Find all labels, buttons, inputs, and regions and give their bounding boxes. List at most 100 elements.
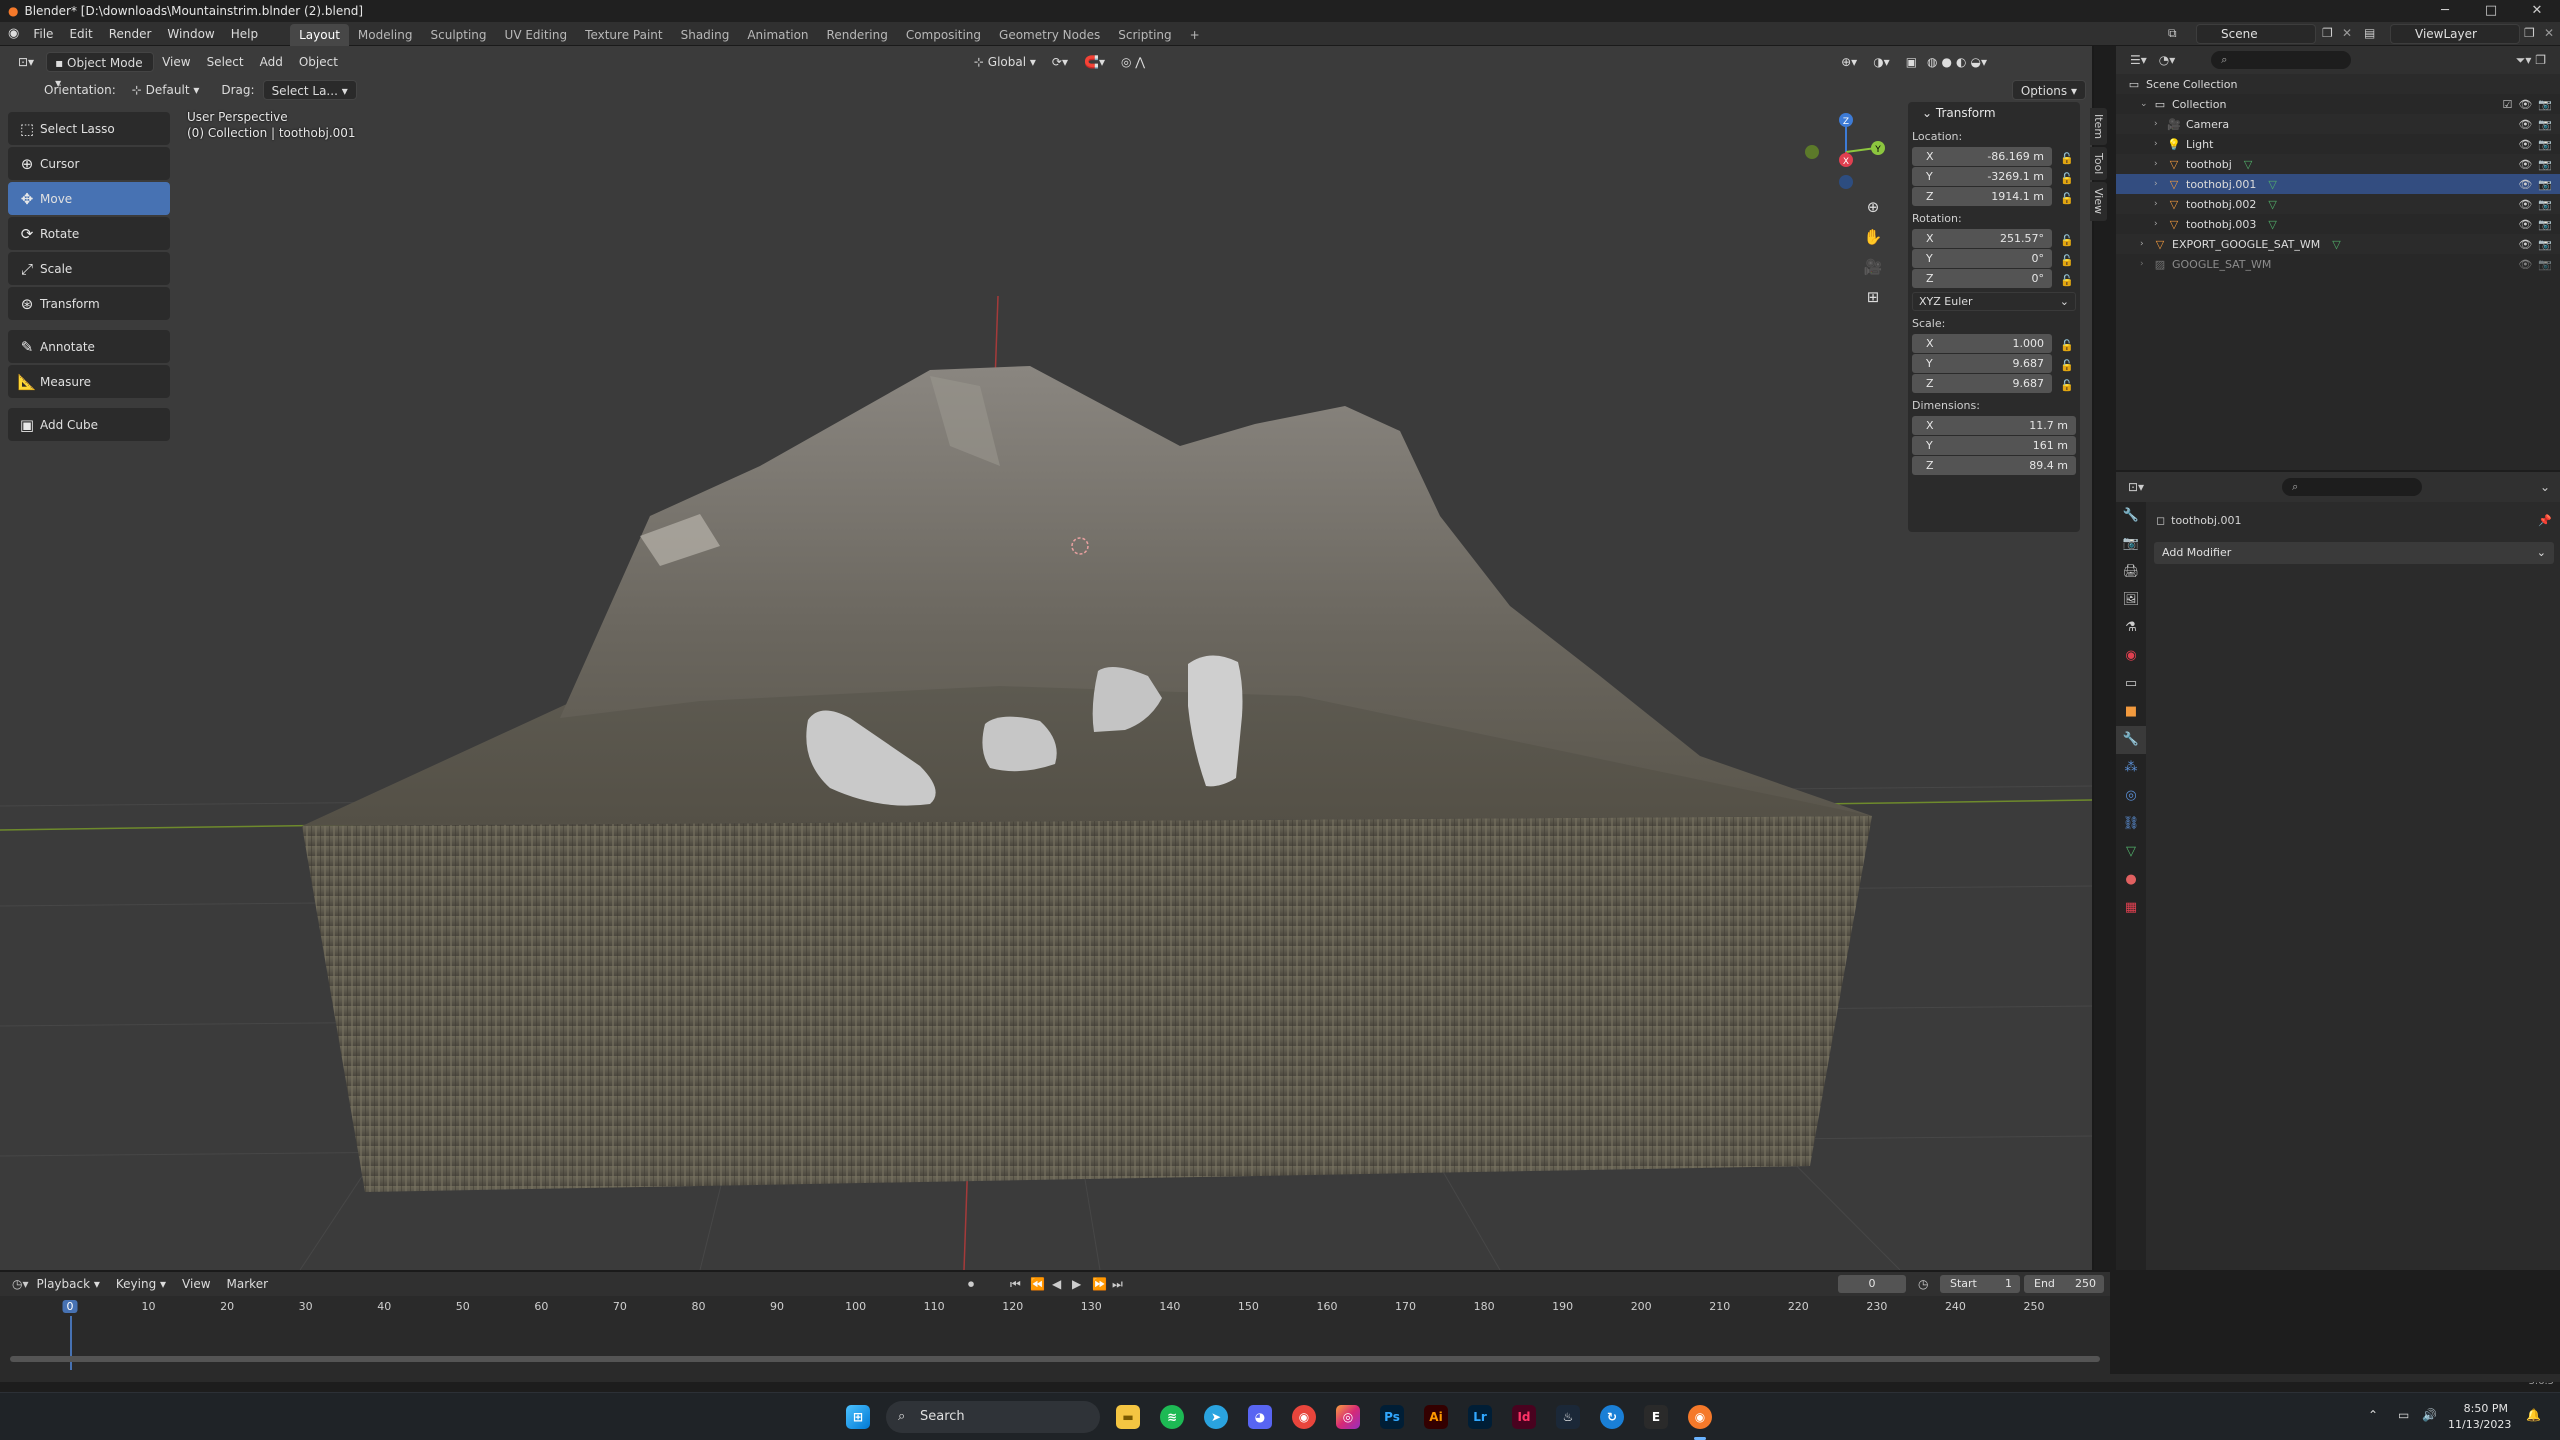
- delete-view-layer-icon[interactable]: ✕: [2544, 26, 2554, 40]
- mesh-data-icon[interactable]: ▽: [2332, 238, 2340, 251]
- collection-props-icon[interactable]: ▭: [2116, 670, 2146, 698]
- exclude-checkbox[interactable]: ☑: [2502, 98, 2512, 111]
- lock-icon[interactable]: 🔓: [2060, 189, 2074, 208]
- shading-rendered-icon[interactable]: ◒▾: [1968, 52, 1989, 72]
- tray-chevron-icon[interactable]: ⌃: [2368, 1408, 2378, 1422]
- lock-icon[interactable]: 🔓: [2060, 251, 2074, 270]
- rotation-mode-dropdown[interactable]: XYZ Euler ⌄: [1912, 292, 2076, 311]
- tab-scripting[interactable]: Scripting: [1109, 24, 1180, 46]
- options-button[interactable]: Options ▾: [2011, 80, 2086, 100]
- outliner-item[interactable]: › ▽ toothobj ▽ 👁 📷: [2116, 154, 2560, 174]
- add-modifier-button[interactable]: Add Modifier ⌄: [2154, 542, 2554, 564]
- tool-transform[interactable]: ⊛ Transform: [8, 287, 170, 320]
- dimensions-z-field[interactable]: Z 89.4 m: [1912, 456, 2076, 475]
- clock-icon[interactable]: ◷: [1918, 1277, 1928, 1291]
- orientation-selector[interactable]: ⊹ Default ▾: [124, 80, 208, 100]
- jump-next-keyframe-icon[interactable]: ⏩: [1092, 1277, 1107, 1291]
- lock-icon[interactable]: 🔓: [2060, 336, 2074, 355]
- volume-icon[interactable]: 🔊: [2422, 1408, 2437, 1422]
- tab-rendering[interactable]: Rendering: [818, 24, 897, 46]
- shading-wireframe-icon[interactable]: ◍: [1925, 52, 1939, 72]
- play-reverse-icon[interactable]: ◀: [1052, 1277, 1061, 1291]
- proportional-edit-icon[interactable]: ◎ ⋀: [1113, 52, 1153, 72]
- blender-menu-icon[interactable]: ◉: [8, 26, 19, 41]
- menu-file[interactable]: File: [25, 22, 61, 46]
- render-props-icon[interactable]: 📷: [2116, 530, 2146, 558]
- particles-props-icon[interactable]: ⁂: [2116, 754, 2146, 782]
- editor-type-icon[interactable]: ⊡▾: [10, 52, 42, 72]
- pivot-icon[interactable]: ⟳▾: [1044, 52, 1076, 72]
- lightroom-icon[interactable]: Lr: [1468, 1405, 1492, 1429]
- gizmo-visibility-icon[interactable]: ⊕▾: [1833, 52, 1865, 72]
- visibility-eye-icon[interactable]: 👁: [2518, 138, 2532, 151]
- viewport-menu-select[interactable]: Select: [199, 52, 252, 72]
- menu-help[interactable]: Help: [223, 22, 266, 46]
- tool-cursor[interactable]: ⊕ Cursor: [8, 147, 170, 180]
- tool-add-cube[interactable]: ▣ Add Cube: [8, 408, 170, 441]
- mesh-data-icon[interactable]: ▽: [2268, 218, 2276, 231]
- tool-select-lasso[interactable]: ⬚ Select Lasso: [8, 112, 170, 145]
- timeline-ruler[interactable]: 0 10 20 30 40 50 60 70 80 90 100 110 120 130 140 150 160…: [0, 1296, 2110, 1376]
- tab-compositing[interactable]: Compositing: [897, 24, 990, 46]
- tool-rotate[interactable]: ⟳ Rotate: [8, 217, 170, 250]
- timeline-editor-type-icon[interactable]: ◷▾: [12, 1277, 29, 1291]
- outliner-scene-collection[interactable]: ▭ Scene Collection: [2116, 74, 2560, 94]
- tool-props-icon[interactable]: 🔧: [2116, 502, 2146, 530]
- drag-selector[interactable]: Select La... ▾: [262, 80, 357, 100]
- chrome-icon[interactable]: ◉: [1292, 1405, 1316, 1429]
- render-camera-icon[interactable]: 📷: [2538, 238, 2552, 251]
- properties-options-icon[interactable]: ⌄: [2540, 480, 2550, 494]
- render-camera-icon[interactable]: 📷: [2538, 198, 2552, 211]
- scene-selector[interactable]: Scene: [2196, 24, 2316, 44]
- telegram-icon[interactable]: ➤: [1204, 1405, 1228, 1429]
- shading-material-icon[interactable]: ◐: [1954, 52, 1968, 72]
- menu-render[interactable]: Render: [101, 22, 160, 46]
- menu-edit[interactable]: Edit: [61, 22, 100, 46]
- expand-arrow-icon[interactable]: ›: [2154, 179, 2166, 189]
- visibility-eye-icon[interactable]: 👁: [2518, 118, 2532, 131]
- object-props-icon[interactable]: ■: [2116, 698, 2146, 726]
- notifications-icon[interactable]: 🔔: [2526, 1408, 2541, 1422]
- illustrator-icon[interactable]: Ai: [1424, 1405, 1448, 1429]
- tool-measure[interactable]: 📐 Measure: [8, 365, 170, 398]
- timeline-menu-playback[interactable]: Playback ▾: [29, 1272, 108, 1296]
- taskbar-search-input[interactable]: ⌕ Search: [886, 1401, 1100, 1433]
- expand-arrow-icon[interactable]: ›: [2154, 219, 2166, 229]
- world-props-icon[interactable]: ◉: [2116, 642, 2146, 670]
- viewport-scene[interactable]: Z Y X: [0, 46, 2094, 1270]
- indesign-icon[interactable]: Id: [1512, 1405, 1536, 1429]
- scale-x-field[interactable]: X 1.000 🔓: [1912, 334, 2074, 353]
- transform-panel-header[interactable]: ⌄ Transform: [1908, 102, 2080, 124]
- jump-end-icon[interactable]: ⏭: [1112, 1277, 1123, 1292]
- physics-props-icon[interactable]: ◎: [2116, 782, 2146, 810]
- tab-geometry-nodes[interactable]: Geometry Nodes: [990, 24, 1109, 46]
- render-camera-icon[interactable]: 📷: [2538, 98, 2552, 111]
- visibility-eye-icon[interactable]: 👁: [2518, 158, 2532, 171]
- view-layer-props-icon[interactable]: 🖼: [2116, 586, 2146, 614]
- outliner-item[interactable]: › 💡 Light 👁 📷: [2116, 134, 2560, 154]
- render-camera-icon[interactable]: 📷: [2538, 218, 2552, 231]
- blender-taskbar-icon[interactable]: ◉: [1688, 1405, 1712, 1429]
- timeline-menu-keying[interactable]: Keying ▾: [108, 1272, 174, 1296]
- tool-scale[interactable]: ⤢ Scale: [8, 252, 170, 285]
- filter-icon[interactable]: ⏷▾ ❐: [2516, 53, 2546, 68]
- file-explorer-icon[interactable]: ▬: [1116, 1405, 1140, 1429]
- lock-icon[interactable]: 🔓: [2060, 149, 2074, 168]
- camera-view-icon[interactable]: 🎥: [1862, 258, 1884, 276]
- delete-scene-icon[interactable]: ✕: [2342, 26, 2352, 40]
- dimensions-x-field[interactable]: X 11.7 m: [1912, 416, 2076, 435]
- view-layer-icon[interactable]: ▤: [2364, 26, 2375, 40]
- spotify-icon[interactable]: ≋: [1160, 1405, 1184, 1429]
- expand-arrow-icon[interactable]: ›: [2154, 119, 2166, 129]
- tab-sculpting[interactable]: Sculpting: [422, 24, 496, 46]
- properties-search-input[interactable]: ⌕: [2282, 478, 2423, 496]
- tab-texture-paint[interactable]: Texture Paint: [576, 24, 671, 46]
- tab-animation[interactable]: Animation: [738, 24, 817, 46]
- location-y-field[interactable]: Y -3269.1 m 🔓: [1912, 167, 2074, 186]
- lock-icon[interactable]: 🔓: [2060, 271, 2074, 290]
- outliner-search-input[interactable]: ⌕: [2211, 51, 2352, 69]
- output-props-icon[interactable]: 🖨: [2116, 558, 2146, 586]
- snap-icon[interactable]: 🧲▾: [1076, 52, 1113, 72]
- outliner-item[interactable]: › ▽ toothobj.001 ▽ 👁 📷: [2116, 174, 2560, 194]
- xray-icon[interactable]: ▣: [1898, 52, 1925, 72]
